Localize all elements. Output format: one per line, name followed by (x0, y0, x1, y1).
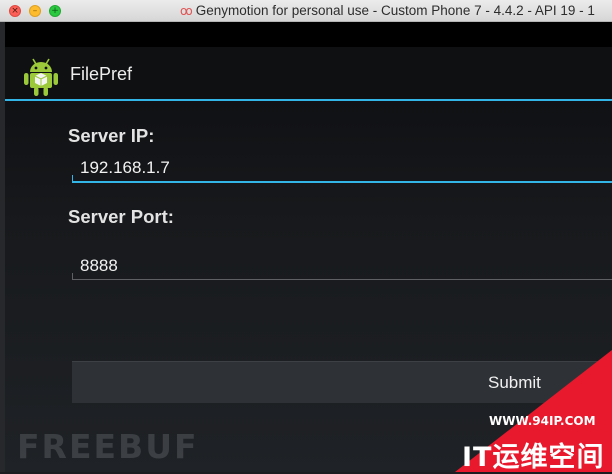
action-bar-divider (5, 99, 612, 101)
submit-button[interactable]: Submit (72, 361, 612, 403)
server-port-value: 8888 (80, 256, 118, 275)
window-title-text: Genymotion for personal use - Custom Pho… (195, 3, 595, 18)
freebuf-watermark: FREEBUF (17, 427, 199, 466)
maximize-icon: + (51, 6, 59, 16)
minimize-window-button[interactable]: – (29, 5, 41, 17)
window-title-bar: × – + oo Genymotion for personal use - Cu… (0, 0, 612, 22)
server-ip-value: 192.168.1.7 (80, 158, 170, 177)
server-port-underline (72, 279, 612, 280)
window-title: oo Genymotion for personal use - Custom P… (180, 3, 595, 18)
corner-banner-brand: IT运维空间 (462, 442, 605, 473)
submit-button-label: Submit (488, 373, 541, 392)
status-bar (5, 22, 612, 47)
server-ip-underline (72, 181, 612, 183)
emulator-screen: FilePref Server IP: 192.168.1.7 Server P… (5, 22, 612, 472)
server-port-underline-tick (72, 273, 73, 280)
server-ip-underline-tick (72, 175, 73, 182)
genymotion-logo-icon: oo (180, 4, 193, 18)
android-app-icon[interactable] (23, 55, 59, 97)
corner-banner-url: WWW.94IP.COM (489, 414, 596, 428)
server-ip-label: Server IP: (68, 125, 155, 146)
server-port-label: Server Port: (68, 206, 174, 227)
close-icon: × (11, 6, 19, 16)
close-window-button[interactable]: × (9, 5, 21, 17)
minimize-icon: – (32, 6, 38, 16)
app-title: FilePref (70, 64, 133, 84)
maximize-window-button[interactable]: + (49, 5, 61, 17)
